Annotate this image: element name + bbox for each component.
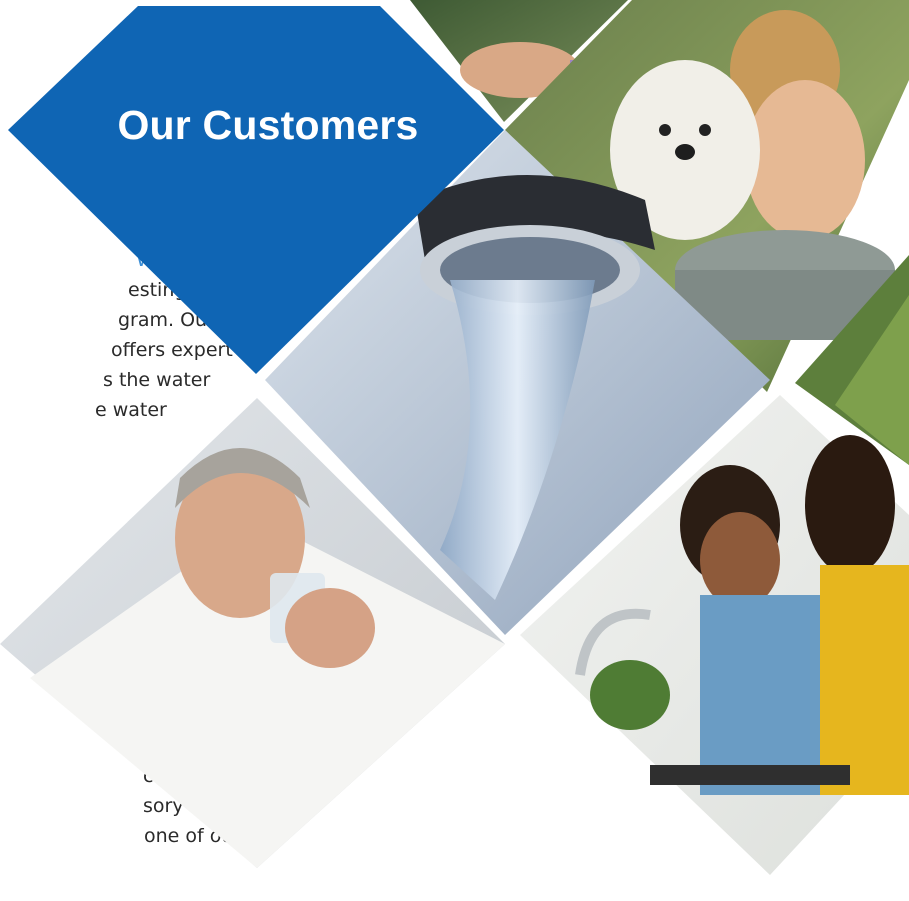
section-title: Our Customers: [117, 102, 419, 148]
photo-man-drinking: [0, 398, 505, 901]
brochure-page: e to WA's esting by the gram. Our offers…: [0, 0, 909, 901]
section-title-banner: Our Customers: [8, 6, 504, 374]
photo-handwashing: [520, 395, 909, 901]
